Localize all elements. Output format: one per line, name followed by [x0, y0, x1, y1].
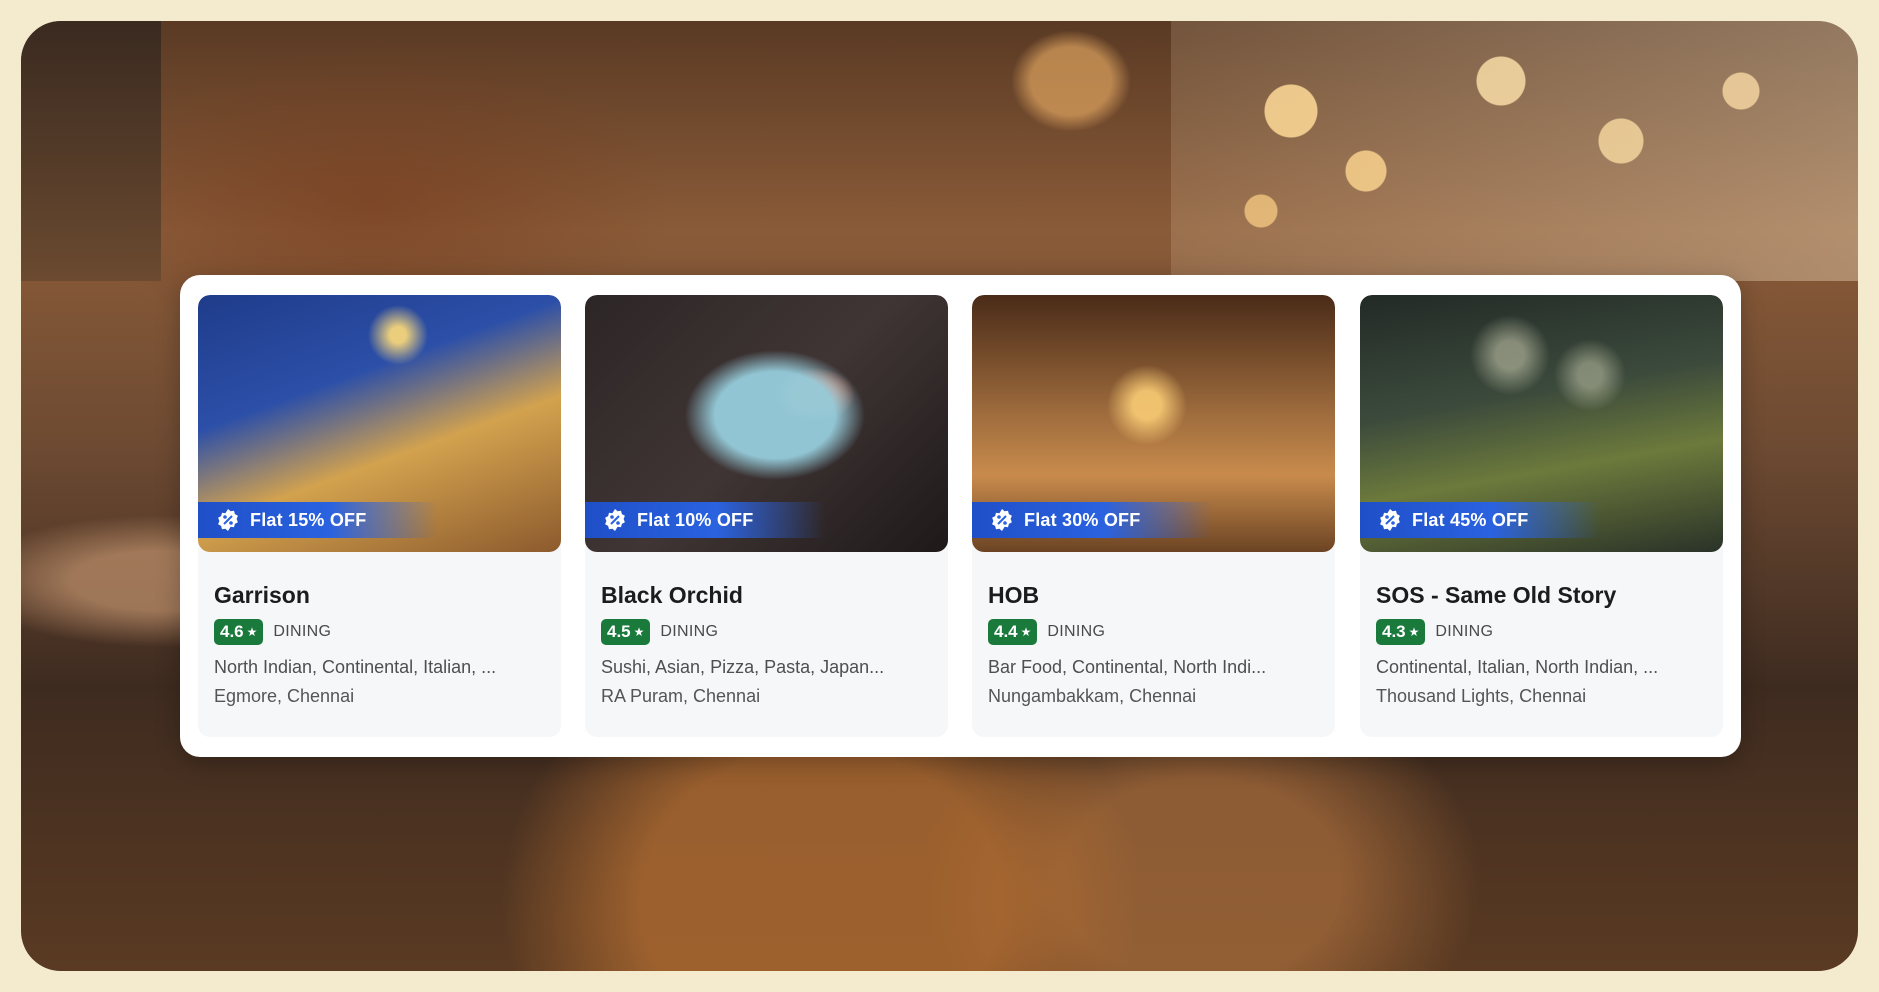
offer-banner: Flat 15% OFF: [198, 502, 438, 538]
hero-background-photo: Flat 15% OFF Garrison 4.6 ★ DINING North …: [21, 21, 1858, 971]
restaurant-location: Thousand Lights, Chennai: [1376, 686, 1587, 706]
rating-badge: 4.4 ★: [988, 619, 1038, 645]
offer-text: Flat 15% OFF: [250, 509, 367, 530]
star-icon: ★: [246, 625, 258, 639]
star-icon: ★: [633, 625, 645, 639]
discount-badge-icon: [603, 508, 627, 532]
category-label: DINING: [1047, 623, 1106, 640]
restaurant-photo[interactable]: Flat 45% OFF: [1360, 295, 1723, 552]
rating-badge: 4.3 ★: [1376, 619, 1426, 645]
rating-value: 4.6: [220, 622, 244, 641]
restaurant-location: RA Puram, Chennai: [601, 686, 761, 706]
rating-badge: 4.6 ★: [214, 619, 264, 645]
discount-badge-icon: [216, 508, 240, 532]
offer-text: Flat 10% OFF: [637, 509, 754, 530]
cuisine-list: North Indian, Continental, Italian, ...: [214, 657, 497, 677]
restaurant-photo[interactable]: Flat 15% OFF: [198, 295, 561, 552]
restaurant-name[interactable]: Black Orchid: [601, 582, 932, 609]
cuisine-list: Continental, Italian, North Indian, ...: [1376, 657, 1659, 677]
restaurant-location: Egmore, Chennai: [214, 686, 355, 706]
restaurant-photo[interactable]: Flat 30% OFF: [972, 295, 1335, 552]
offer-text: Flat 45% OFF: [1412, 509, 1529, 530]
restaurant-card[interactable]: Flat 15% OFF Garrison 4.6 ★ DINING North …: [198, 295, 561, 737]
offer-banner: Flat 30% OFF: [972, 502, 1212, 538]
discount-badge-icon: [1378, 508, 1402, 532]
restaurant-cards-panel: Flat 15% OFF Garrison 4.6 ★ DINING North …: [180, 275, 1741, 757]
star-icon: ★: [1020, 625, 1032, 639]
category-label: DINING: [1435, 623, 1494, 640]
restaurant-name[interactable]: HOB: [988, 582, 1319, 609]
star-icon: ★: [1408, 625, 1420, 639]
restaurant-card[interactable]: Flat 30% OFF HOB 4.4 ★ DINING Bar Food, C…: [972, 295, 1335, 737]
offer-text: Flat 30% OFF: [1024, 509, 1141, 530]
cuisine-list: Sushi, Asian, Pizza, Pasta, Japan...: [601, 657, 885, 677]
rating-value: 4.4: [994, 622, 1018, 641]
restaurant-card[interactable]: Flat 10% OFF Black Orchid 4.5 ★ DINING Su…: [585, 295, 948, 737]
restaurant-photo[interactable]: Flat 10% OFF: [585, 295, 948, 552]
restaurant-location: Nungambakkam, Chennai: [988, 686, 1197, 706]
rating-value: 4.5: [607, 622, 631, 641]
restaurant-name[interactable]: Garrison: [214, 582, 545, 609]
rating-badge: 4.5 ★: [601, 619, 651, 645]
restaurant-card[interactable]: Flat 45% OFF SOS - Same Old Story 4.3 ★ D…: [1360, 295, 1723, 737]
cuisine-list: Bar Food, Continental, North Indi...: [988, 657, 1267, 677]
rating-value: 4.3: [1382, 622, 1406, 641]
discount-badge-icon: [990, 508, 1014, 532]
category-label: DINING: [273, 623, 332, 640]
restaurant-name[interactable]: SOS - Same Old Story: [1376, 582, 1707, 609]
category-label: DINING: [660, 623, 719, 640]
offer-banner: Flat 10% OFF: [585, 502, 825, 538]
offer-banner: Flat 45% OFF: [1360, 502, 1600, 538]
